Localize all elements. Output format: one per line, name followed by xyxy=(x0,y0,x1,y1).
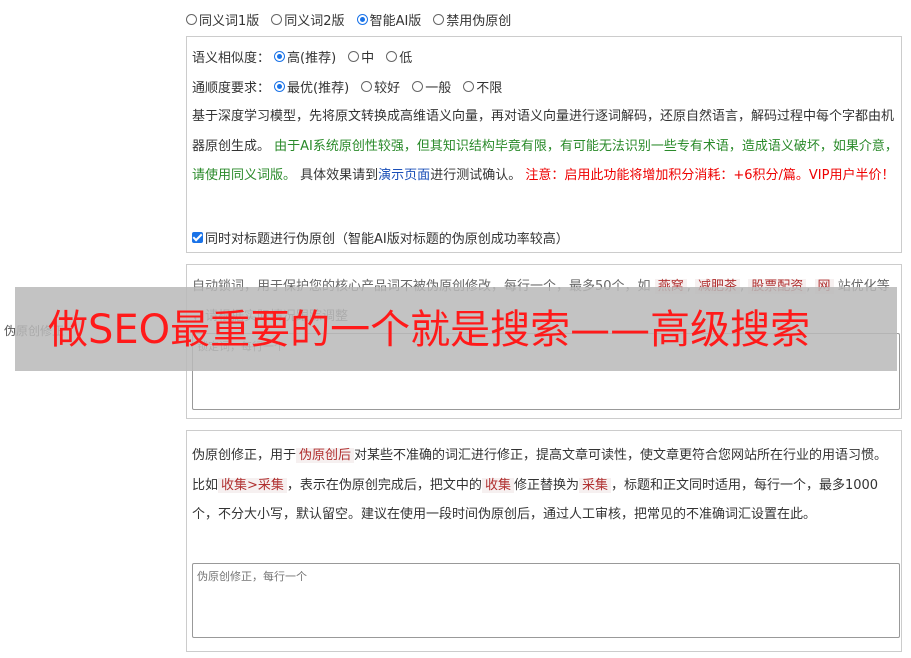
fluency-label: 通顺度要求： xyxy=(192,81,271,96)
banner-title: 做SEO最重要的一个就是搜索——高级搜索 xyxy=(48,307,811,353)
fluency-best[interactable]: 最优(推荐) xyxy=(274,77,349,96)
keyword-chip: 采集 xyxy=(578,477,611,493)
radio-icon[interactable] xyxy=(412,81,424,92)
similarity-label: 语义相似度： xyxy=(192,51,271,66)
radio-icon[interactable] xyxy=(463,81,475,92)
radio-icon[interactable] xyxy=(186,13,197,25)
title-checkbox-row[interactable]: 同时对标题进行伪原创（智能AI版对标题的伪原创成功率较高） xyxy=(192,228,569,247)
keyword-chip: 收集>采集 xyxy=(218,477,287,493)
version-option-synonym2[interactable]: 同义词2版 xyxy=(271,10,345,29)
option-label: 同义词1版 xyxy=(199,13,260,29)
ai-description: 基于深度学习模型，先将原文转换成高维语义向量，再对语义向量进行逐词解码，还原自然… xyxy=(192,102,900,191)
cost-notice: 注意：启用此功能将增加积分消耗：+6积分/篇。VIP用户半价！ xyxy=(525,168,895,183)
keyword-chip: 伪原创后 xyxy=(296,448,355,463)
option-label: 低 xyxy=(399,51,413,66)
correction-input[interactable] xyxy=(192,563,900,638)
version-radio-group: 同义词1版 同义词2版 智能AI版 禁用伪原创 xyxy=(186,10,523,29)
radio-icon[interactable] xyxy=(361,81,373,92)
option-label: 智能AI版 xyxy=(369,13,422,29)
keyword-chip: 收集 xyxy=(481,477,514,493)
checkbox-checked-icon[interactable] xyxy=(192,232,203,243)
similarity-high[interactable]: 高(推荐) xyxy=(274,47,336,66)
option-label: 同义词2版 xyxy=(284,13,345,29)
version-option-synonym1[interactable]: 同义词1版 xyxy=(186,10,259,29)
radio-selected-icon[interactable] xyxy=(274,81,286,92)
option-label: 不限 xyxy=(476,81,503,96)
radio-selected-icon[interactable] xyxy=(274,51,286,62)
radio-icon[interactable] xyxy=(271,13,283,25)
option-label: 禁用伪原创 xyxy=(446,13,512,29)
overlay-banner: 做SEO最重要的一个就是搜索——高级搜索 xyxy=(15,287,897,371)
correction-text: ，表示在伪原创完成后，把文中的 xyxy=(286,477,482,493)
radio-selected-icon[interactable] xyxy=(356,13,368,25)
option-label: 最优(推荐) xyxy=(287,81,350,96)
correction-text: 修正替换为 xyxy=(513,477,579,493)
fluency-any[interactable]: 不限 xyxy=(463,77,502,96)
similarity-low[interactable]: 低 xyxy=(386,47,412,66)
version-option-ai[interactable]: 智能AI版 xyxy=(356,10,422,29)
demo-page-link[interactable]: 演示页面 xyxy=(378,168,430,183)
fluency-good[interactable]: 较好 xyxy=(361,77,400,96)
similarity-medium[interactable]: 中 xyxy=(348,47,374,66)
correction-description: 伪原创修正，用于 伪原创后 对某些不准确的词汇进行修正，提高文章可读性，使文章更符合… xyxy=(192,441,900,530)
fluency-normal[interactable]: 一般 xyxy=(412,77,451,96)
version-option-disabled[interactable]: 禁用伪原创 xyxy=(433,10,511,29)
radio-icon[interactable] xyxy=(433,13,445,25)
description-text: 具体效果请到 xyxy=(300,168,379,183)
option-label: 较好 xyxy=(374,81,401,96)
title-checkbox-label: 同时对标题进行伪原创（智能AI版对标题的伪原创成功率较高） xyxy=(205,232,569,247)
description-text: 进行测试确认。 xyxy=(430,168,522,183)
option-label: 中 xyxy=(361,51,375,66)
correction-text: 伪原创修正，用于 xyxy=(192,448,297,463)
option-label: 一般 xyxy=(425,81,452,96)
radio-icon[interactable] xyxy=(386,51,398,62)
similarity-row: 语义相似度： 高(推荐) 中 低 xyxy=(192,47,424,66)
radio-icon[interactable] xyxy=(348,51,360,62)
option-label: 高(推荐) xyxy=(287,51,337,66)
fluency-row: 通顺度要求： 最优(推荐) 较好 一般 不限 xyxy=(192,77,514,96)
